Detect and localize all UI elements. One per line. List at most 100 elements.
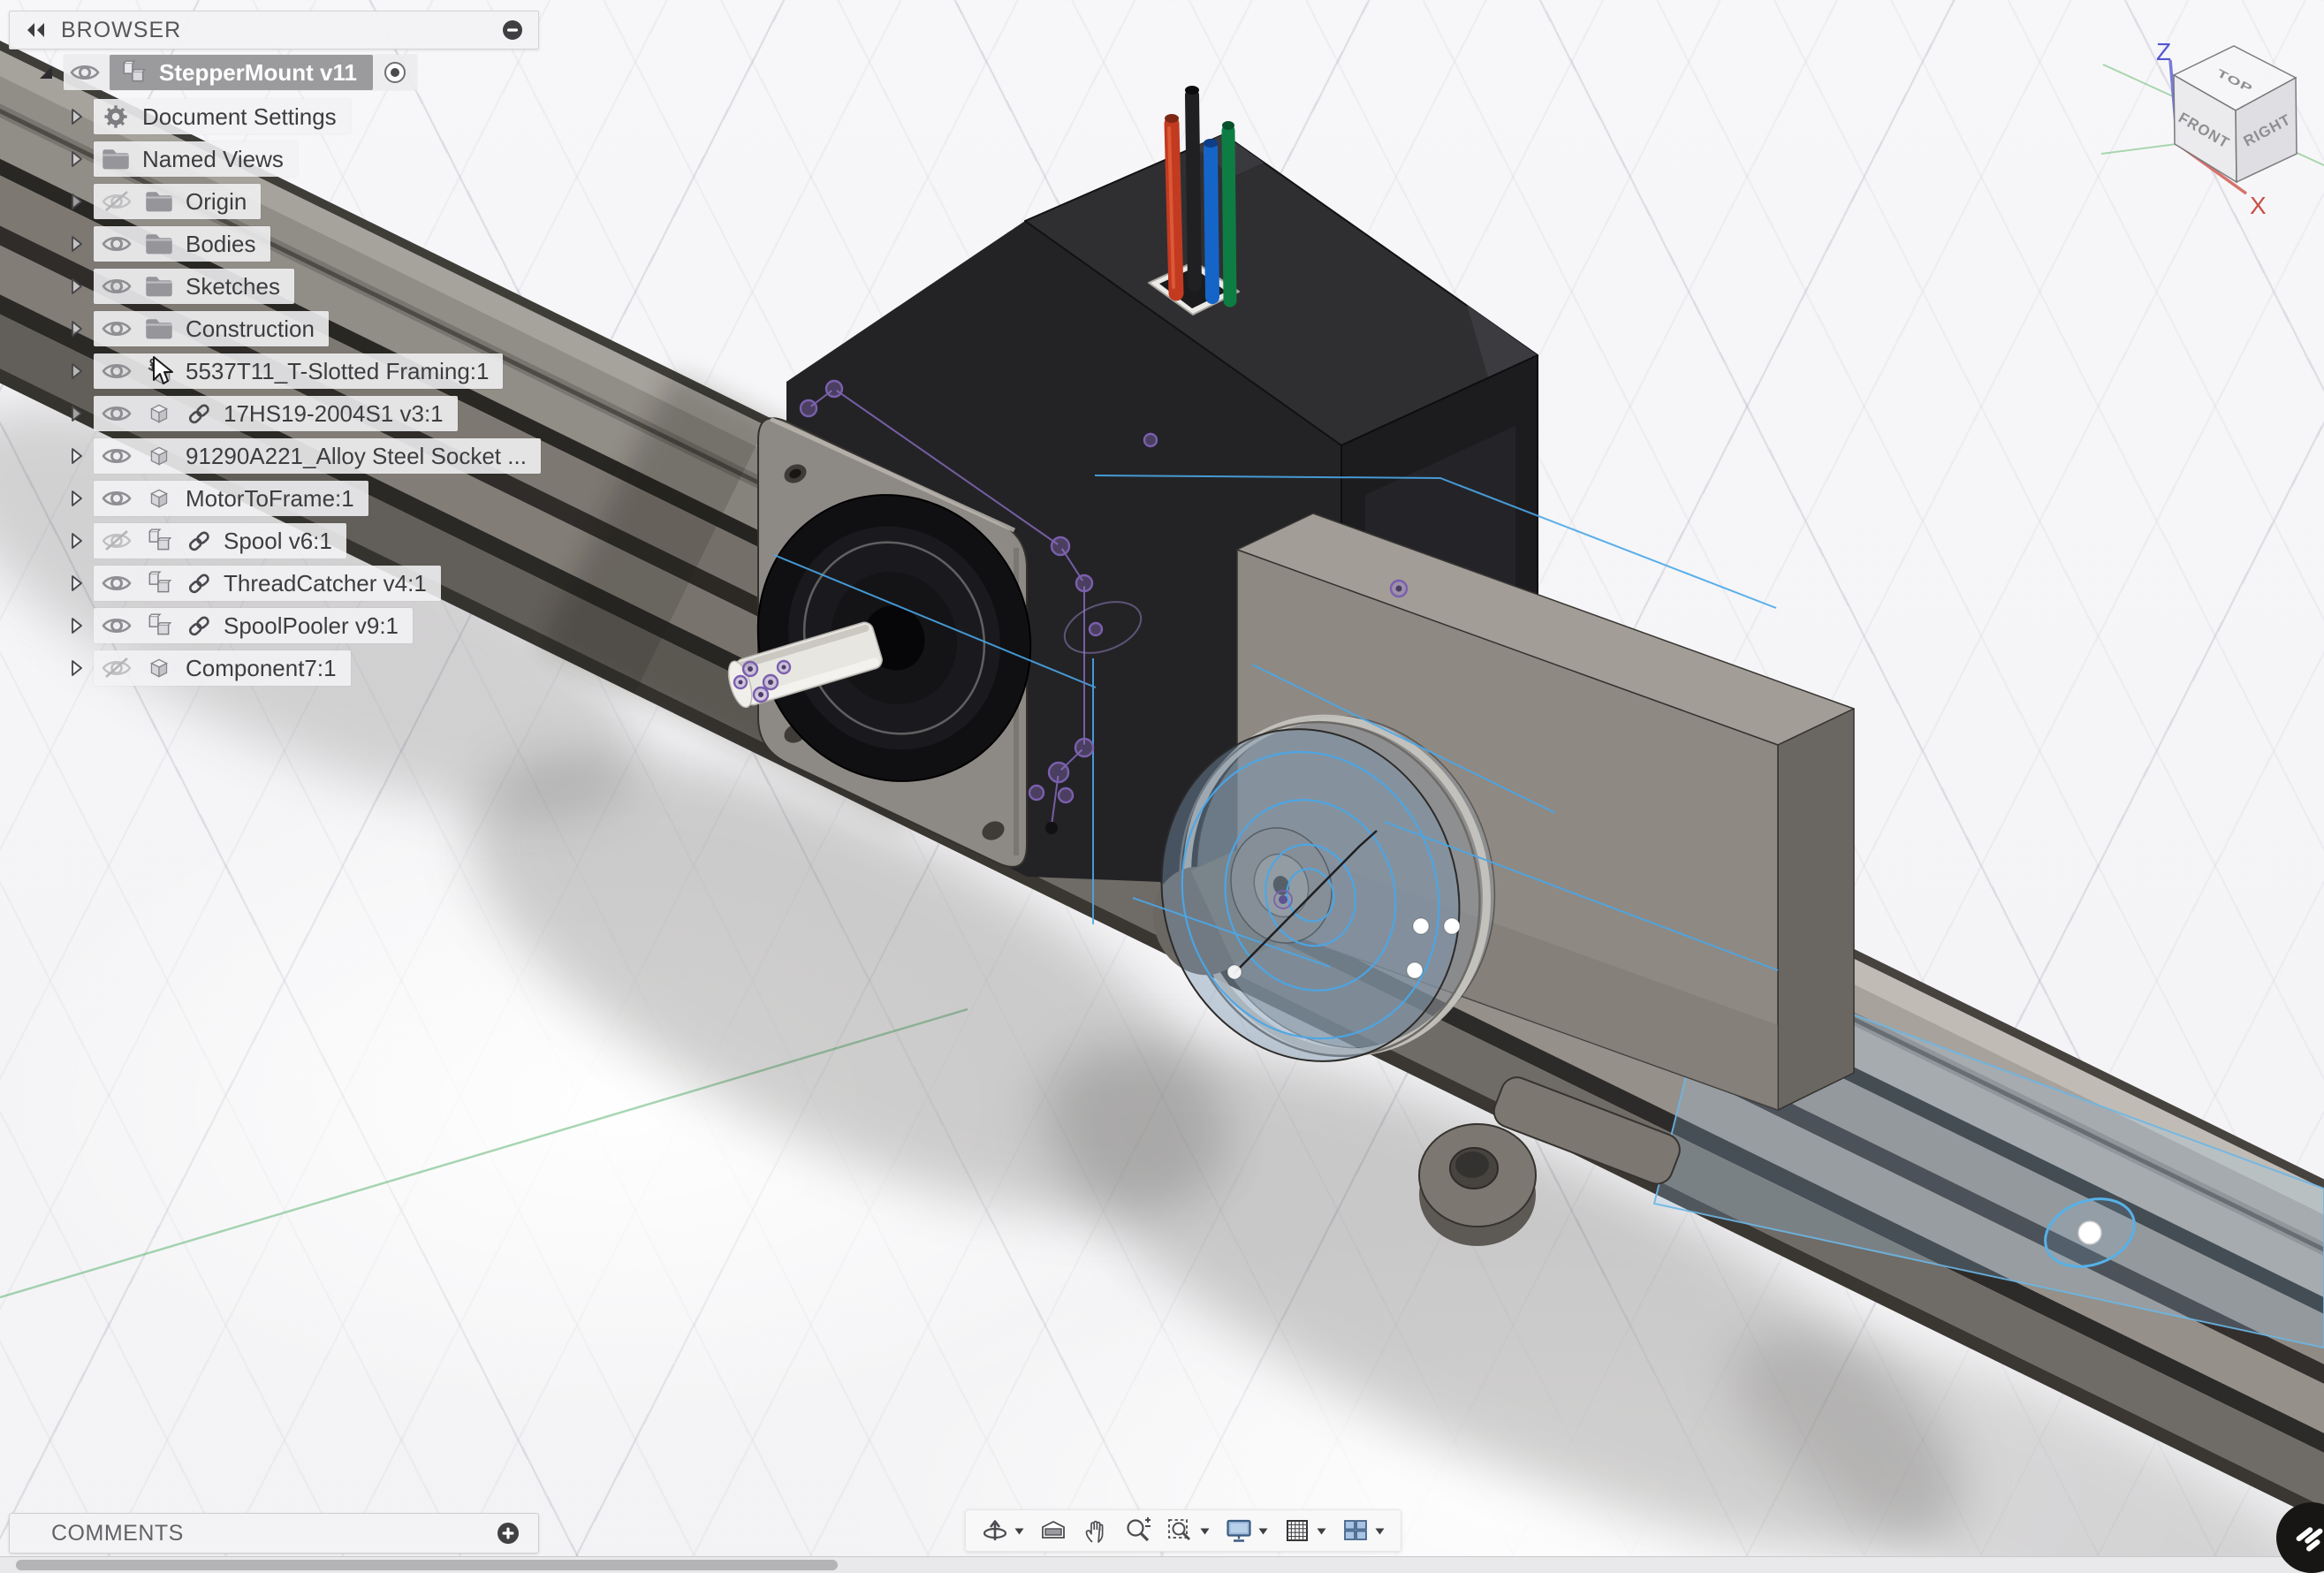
display-settings-icon bbox=[1224, 1516, 1254, 1546]
tree-row-background[interactable]: StepperMount v11 bbox=[64, 55, 417, 90]
viewports-button[interactable] bbox=[1335, 1514, 1392, 1547]
browser-tree-row[interactable]: Bodies bbox=[65, 226, 270, 262]
browser-tree-row[interactable]: ThreadCatcher v4:1 bbox=[65, 566, 441, 601]
browser-tree-row[interactable]: SpoolPooler v9:1 bbox=[65, 608, 413, 643]
tree-row-background[interactable]: Named Views bbox=[94, 141, 298, 177]
expand-arrow-icon[interactable] bbox=[65, 106, 87, 127]
visibility-off-eye-icon[interactable] bbox=[101, 189, 133, 214]
browser-tree-row[interactable]: Sketches bbox=[65, 269, 294, 304]
browser-tree-row[interactable]: Document Settings bbox=[65, 99, 351, 134]
expand-arrow-icon[interactable] bbox=[65, 530, 87, 551]
link-icon bbox=[186, 528, 212, 553]
tree-row-background[interactable]: 91290A221_Alloy Steel Socket ... bbox=[94, 438, 541, 474]
tree-row-background[interactable]: Construction bbox=[94, 311, 329, 346]
node-label: StepperMount v11 bbox=[159, 61, 357, 84]
viewports-icon bbox=[1340, 1516, 1371, 1546]
browser-tree-row[interactable]: Component7:1 bbox=[65, 650, 351, 686]
folder-icon bbox=[144, 315, 174, 343]
visibility-on-eye-icon[interactable] bbox=[101, 571, 133, 596]
tree-row-background[interactable]: Sketches bbox=[94, 269, 294, 304]
browser-tree-row[interactable]: 17HS19-2004S1 v3:1 bbox=[65, 396, 458, 431]
expand-arrow-icon[interactable] bbox=[65, 148, 87, 170]
mount-lug[interactable] bbox=[1419, 1124, 1536, 1227]
visibility-on-eye-icon[interactable] bbox=[69, 60, 101, 85]
visibility-on-eye-icon[interactable] bbox=[101, 486, 133, 511]
link-icon bbox=[186, 401, 212, 426]
browser-tree-row[interactable]: Spool v6:1 bbox=[65, 523, 346, 559]
visibility-on-eye-icon[interactable] bbox=[101, 232, 133, 256]
folder-icon bbox=[144, 230, 174, 258]
activate-component-radio[interactable] bbox=[382, 59, 408, 86]
look-at-button[interactable] bbox=[1033, 1514, 1074, 1547]
tree-row-background[interactable]: MotorToFrame:1 bbox=[94, 481, 368, 516]
pan-icon bbox=[1081, 1516, 1111, 1546]
comments-bar[interactable]: COMMENTS bbox=[9, 1513, 539, 1554]
browser-tree-row[interactable]: Construction bbox=[65, 311, 329, 346]
chevron-down-icon[interactable] bbox=[1257, 1524, 1270, 1538]
display-settings-button[interactable] bbox=[1219, 1514, 1275, 1547]
minus-circle-icon[interactable] bbox=[501, 19, 524, 42]
grid-and-snaps-button[interactable] bbox=[1277, 1514, 1333, 1547]
visibility-off-eye-icon[interactable] bbox=[101, 656, 133, 680]
timeline-pill[interactable] bbox=[16, 1560, 838, 1570]
expand-arrow-icon[interactable] bbox=[65, 403, 87, 424]
browser-tree-row[interactable]: 5537T11_T-Slotted Framing:1 bbox=[65, 353, 503, 389]
tree-row-background[interactable]: Component7:1 bbox=[94, 650, 351, 686]
chevron-down-icon[interactable] bbox=[1198, 1524, 1211, 1538]
comments-label: COMMENTS bbox=[51, 1521, 184, 1546]
expand-arrow-icon[interactable] bbox=[65, 445, 87, 467]
browser-header[interactable]: BROWSER bbox=[9, 11, 539, 49]
visibility-on-eye-icon[interactable] bbox=[101, 316, 133, 341]
browser-tree-row[interactable]: 91290A221_Alloy Steel Socket ... bbox=[65, 438, 541, 474]
selected-row-highlight[interactable]: StepperMount v11 bbox=[110, 55, 373, 90]
gear-icon bbox=[101, 103, 131, 131]
assembly-icon bbox=[118, 58, 148, 87]
zoom-icon bbox=[1123, 1516, 1153, 1546]
orbit-button[interactable] bbox=[975, 1514, 1031, 1547]
browser-tree-row[interactable]: Named Views bbox=[65, 141, 298, 177]
expand-arrow-icon[interactable] bbox=[65, 318, 87, 339]
chevron-down-icon[interactable] bbox=[1373, 1524, 1386, 1538]
expand-arrow-icon[interactable] bbox=[65, 233, 87, 255]
tree-row-background[interactable]: Bodies bbox=[94, 226, 270, 262]
zoom-button[interactable] bbox=[1118, 1514, 1158, 1547]
visibility-on-eye-icon[interactable] bbox=[101, 274, 133, 299]
view-cube[interactable]: TOP FRONT RIGHT Z X bbox=[2101, 38, 2324, 219]
node-label: SpoolPooler v9:1 bbox=[224, 614, 399, 637]
component-icon bbox=[144, 484, 174, 513]
bottom-strip bbox=[0, 1556, 2324, 1573]
browser-root-row[interactable]: StepperMount v11 bbox=[35, 55, 417, 90]
visibility-off-eye-icon[interactable] bbox=[101, 528, 133, 553]
chevron-down-icon[interactable] bbox=[1315, 1524, 1328, 1538]
tree-row-background[interactable]: 17HS19-2004S1 v3:1 bbox=[94, 396, 458, 431]
tree-row-background[interactable]: ThreadCatcher v4:1 bbox=[94, 566, 441, 601]
expand-arrow-icon[interactable] bbox=[65, 657, 87, 679]
visibility-on-eye-icon[interactable] bbox=[101, 401, 133, 426]
expand-arrow-icon[interactable] bbox=[65, 191, 87, 212]
tree-row-background[interactable]: SpoolPooler v9:1 bbox=[94, 608, 413, 643]
visibility-on-eye-icon[interactable] bbox=[101, 613, 133, 638]
tree-row-background[interactable]: Document Settings bbox=[94, 99, 351, 134]
tree-row-background[interactable]: Origin bbox=[94, 184, 261, 219]
collapse-panel-icon[interactable] bbox=[24, 19, 47, 42]
browser-tree-row[interactable]: Origin bbox=[65, 184, 261, 219]
3d-viewport[interactable]: TOP FRONT RIGHT Z X bbox=[0, 0, 2324, 1573]
tree-row-background[interactable]: Spool v6:1 bbox=[94, 523, 346, 559]
expand-arrow-icon[interactable] bbox=[65, 488, 87, 509]
chevron-down-icon[interactable] bbox=[1013, 1524, 1026, 1538]
expand-arrow-icon[interactable] bbox=[65, 276, 87, 297]
plus-circle-icon[interactable] bbox=[496, 1521, 520, 1546]
expand-arrow-icon[interactable] bbox=[35, 62, 57, 83]
node-label: Construction bbox=[186, 317, 315, 340]
expand-arrow-icon[interactable] bbox=[65, 361, 87, 382]
expand-arrow-icon[interactable] bbox=[65, 573, 87, 594]
pan-button[interactable] bbox=[1075, 1514, 1116, 1547]
expand-arrow-icon[interactable] bbox=[65, 615, 87, 636]
browser-tree-row[interactable]: MotorToFrame:1 bbox=[65, 481, 368, 516]
node-label: Origin bbox=[186, 190, 247, 213]
visibility-on-eye-icon[interactable] bbox=[101, 444, 133, 468]
assembly-icon bbox=[144, 569, 174, 597]
visibility-on-eye-icon[interactable] bbox=[101, 359, 133, 384]
z-axis-label: Z bbox=[2156, 38, 2171, 65]
zoom-window-button[interactable] bbox=[1160, 1514, 1217, 1547]
